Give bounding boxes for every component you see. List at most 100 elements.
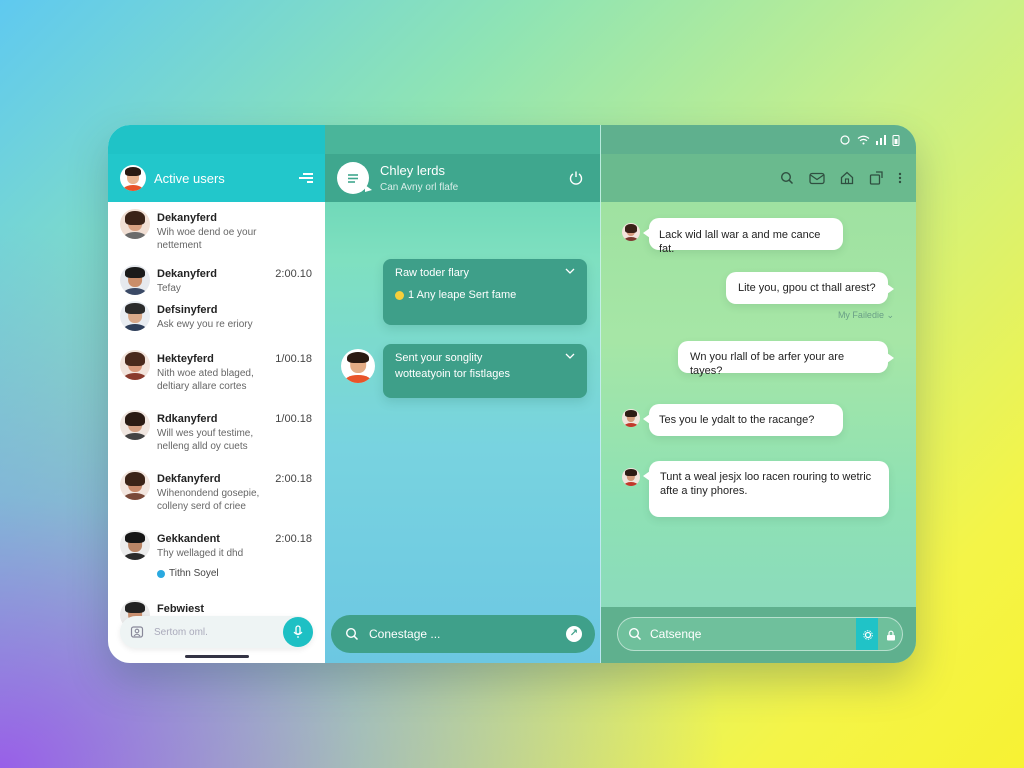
settings-icon[interactable] — [862, 630, 873, 640]
online-dot-icon — [157, 569, 165, 578]
outgoing-message[interactable]: Wn you rlall of be arfer your are tayes? — [678, 341, 894, 377]
right-status-strip — [601, 125, 916, 154]
user-avatar[interactable] — [120, 165, 146, 191]
chevron-down-icon[interactable] — [565, 351, 575, 361]
contact-name: Hekteyferd — [157, 353, 214, 365]
incoming-message[interactable]: Lack wid lall war a and me cance fat. — [643, 218, 843, 255]
contact-time: 1/00.18 — [275, 413, 312, 425]
input-placeholder: Catsenqe — [650, 627, 702, 641]
card-title: Raw toder flary — [395, 267, 469, 279]
contact-preview: Tefay — [157, 283, 181, 294]
contact-preview: Wihenondend gosepie, colleny serd of cri… — [157, 488, 260, 512]
contact-item[interactable]: Dekfanyferd 2:00.18 Wihenondend gosepie,… — [108, 470, 325, 516]
conversation-subtitle: Can Avny orl flafe — [380, 182, 459, 193]
contact-time: 2:00.10 — [275, 268, 312, 280]
search-placeholder: Conestage ... — [369, 627, 441, 641]
sender-avatar — [622, 468, 640, 486]
contact-preview: Ask ewy you re eriory — [157, 319, 253, 330]
contact-status: Tithn Soyel — [157, 568, 219, 579]
message-composer: Catsenqe — [601, 607, 916, 663]
card-subtitle: wotteatyoin tor fistlages — [395, 368, 510, 380]
chat-toolbar — [601, 154, 916, 202]
read-receipt: My Failedie ⌄ — [837, 310, 894, 320]
chat-bubble-icon[interactable] — [337, 162, 372, 194]
avatar — [120, 530, 150, 560]
contact-item[interactable]: Dekanyferd Wih woe dend oe your nettemen… — [108, 209, 325, 251]
message-text: Lack wid lall war a and me cance fat. — [659, 229, 821, 255]
sender-avatar — [622, 223, 640, 241]
contact-status-text: Tithn Soyel — [169, 568, 219, 579]
more-vertical-icon[interactable] — [898, 172, 902, 184]
avatar — [120, 470, 150, 500]
search-icon[interactable] — [780, 171, 794, 185]
share-icon[interactable] — [869, 171, 883, 185]
message-text: Lite you, gpou ct thall arest? — [738, 282, 876, 294]
message-input[interactable]: Catsenqe — [617, 617, 903, 651]
home-icon[interactable] — [840, 171, 854, 185]
avatar — [120, 209, 150, 239]
search-placeholder: Sertom oml. — [154, 626, 208, 638]
contacts-panel: Active users Dekanyferd Wih woe dend oe … — [108, 125, 325, 663]
lock-icon[interactable] — [886, 630, 896, 641]
chat-app-window: Active users Dekanyferd Wih woe dend oe … — [108, 125, 916, 663]
contact-name: Dekfanyferd — [157, 473, 221, 485]
message-card[interactable]: Sent your songlity wotteatyoin tor fistl… — [383, 344, 587, 398]
signal-icon — [876, 135, 886, 145]
contact-name: Gekkandent — [157, 533, 220, 545]
conversation-search-field[interactable]: Conestage ... ↗ — [331, 615, 595, 653]
contact-time: 1/00.18 — [275, 353, 312, 365]
avatar — [120, 301, 150, 331]
contact-preview: Wih woe dend oe your nettement — [157, 227, 257, 251]
chevron-down-icon[interactable] — [565, 266, 575, 276]
contact-item[interactable]: Dekanyferd 2:00.10 Tefay — [108, 265, 325, 297]
middle-status-strip — [325, 125, 600, 154]
power-icon[interactable] — [568, 170, 584, 186]
contacts-header: Active users — [108, 154, 325, 202]
mail-icon[interactable] — [809, 172, 825, 185]
conversation-list-panel: Chley lerds Can Avny orl flafe Raw toder… — [325, 125, 601, 663]
contact-item[interactable]: Rdkanyferd 1/00.18 Will wes youf testime… — [108, 410, 325, 456]
send-button[interactable]: ↗ — [566, 626, 582, 642]
sender-avatar — [622, 409, 640, 427]
mic-icon — [293, 625, 303, 638]
contact-name: Dekanyferd — [157, 268, 217, 280]
incoming-message[interactable]: Tunt a weal jesjx loo racen rouring to w… — [643, 461, 889, 517]
battery-icon — [892, 134, 900, 146]
contact-list: Dekanyferd Wih woe dend oe your nettemen… — [108, 202, 325, 663]
contact-preview: Thy wellaged it dhd — [157, 548, 244, 559]
message-text: Tunt a weal jesjx loo racen rouring to w… — [660, 471, 872, 497]
incoming-message[interactable]: Tes you le ydalt to the racange? — [643, 404, 843, 436]
message-card[interactable]: Raw toder flary 1 Any leape Sert fame — [383, 259, 587, 325]
filter-menu-icon[interactable] — [299, 172, 313, 184]
conversation-header: Chley lerds Can Avny orl flafe — [325, 154, 600, 202]
contact-item[interactable]: Hekteyferd 1/00.18 Nith woe ated blaged,… — [108, 350, 325, 396]
conversation-title: Chley lerds — [380, 163, 446, 178]
avatar — [120, 350, 150, 380]
contact-preview: Nith woe ated blaged, deltiary allare co… — [157, 368, 254, 392]
contact-name: Rdkanyferd — [157, 413, 218, 425]
home-indicator — [185, 655, 249, 658]
active-users-title: Active users — [154, 170, 225, 186]
outgoing-message[interactable]: Lite you, gpou ct thall arest? — [726, 272, 894, 304]
message-text: Tes you le ydalt to the racange? — [659, 414, 815, 426]
card-title: Sent your songlity — [395, 352, 483, 364]
card-subtitle: 1 Any leape Sert fame — [408, 289, 517, 301]
contact-name: Febwiest — [157, 603, 205, 615]
contact-item[interactable]: Gekkandent 2:00.18 Thy wellaged it dhd T… — [108, 530, 325, 580]
status-dot-icon — [395, 290, 404, 300]
contact-preview: Will wes youf testime, nelleng alld oy c… — [157, 428, 254, 452]
contact-name: Dekanyferd — [157, 212, 217, 224]
contact-search-field[interactable]: Sertom oml. — [120, 616, 313, 648]
search-icon — [628, 627, 642, 641]
contact-name: Defsinyferd — [157, 304, 218, 316]
left-status-strip — [108, 125, 325, 154]
alarm-icon — [840, 135, 850, 145]
wifi-icon — [857, 135, 870, 145]
sender-avatar[interactable] — [341, 349, 375, 383]
contact-item[interactable]: Defsinyferd Ask ewy you re eriory — [108, 301, 325, 337]
chat-panel: Lack wid lall war a and me cance fat. Li… — [601, 125, 916, 663]
avatar — [120, 410, 150, 440]
search-icon — [345, 627, 359, 641]
mic-button[interactable] — [283, 617, 313, 647]
contact-time: 2:00.18 — [275, 473, 312, 485]
